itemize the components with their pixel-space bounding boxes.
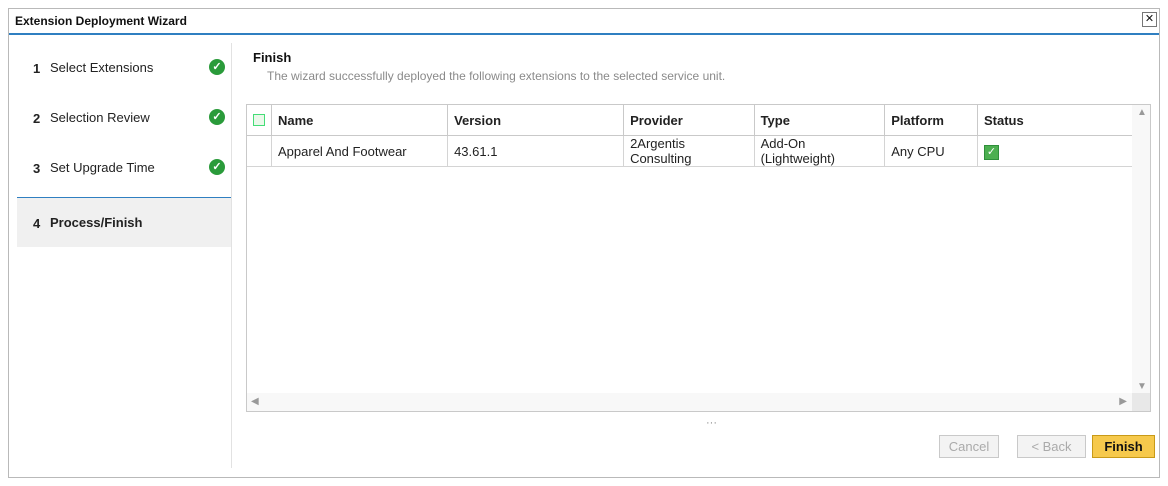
cell-type: Add-On (Lightweight) xyxy=(754,135,886,167)
cell-platform: Any CPU xyxy=(884,135,978,167)
step-label: Set Upgrade Time xyxy=(50,160,155,175)
scroll-right-icon[interactable]: ▶ xyxy=(1119,396,1127,407)
column-status[interactable]: Status xyxy=(977,105,1150,136)
table-row[interactable]: Apparel And Footwear 43.61.1 2Argentis C… xyxy=(247,135,1150,167)
step-number: 4 xyxy=(33,216,41,231)
step-label: Select Extensions xyxy=(50,60,154,75)
scroll-left-icon[interactable]: ◀ xyxy=(251,396,259,407)
cell-name: Apparel And Footwear xyxy=(271,135,449,167)
resize-handle[interactable]: ··· xyxy=(706,417,717,429)
column-settings-icon[interactable] xyxy=(253,113,265,126)
step-number: 2 xyxy=(33,111,41,126)
cell-provider: 2Argentis Consulting xyxy=(623,135,755,167)
finish-button[interactable]: Finish xyxy=(1092,435,1155,458)
row-selector[interactable] xyxy=(247,135,272,167)
finish-message: The wizard successfully deployed the fol… xyxy=(267,69,726,83)
vertical-scrollbar[interactable]: ▲ ▼ xyxy=(1132,105,1150,411)
horizontal-scrollbar[interactable]: ◀ ▶ xyxy=(247,393,1133,411)
scroll-up-icon[interactable]: ▲ xyxy=(1137,107,1147,118)
column-settings-cell[interactable] xyxy=(247,105,272,136)
column-platform[interactable]: Platform xyxy=(884,105,978,136)
finish-heading: Finish xyxy=(253,50,292,65)
extension-deployment-wizard-dialog: Extension Deployment Wizard ✕ 1 Select E… xyxy=(8,8,1160,478)
scroll-down-icon[interactable]: ▼ xyxy=(1137,381,1147,392)
back-button[interactable]: < Back xyxy=(1017,435,1086,458)
finish-panel: Finish The wizard successfully deployed … xyxy=(241,43,1159,473)
dialog-titlebar: Extension Deployment Wizard ✕ xyxy=(9,9,1159,35)
cell-status: ✓ xyxy=(977,135,1150,167)
dialog-title: Extension Deployment Wizard xyxy=(15,14,187,28)
checkmark-icon: ✓ xyxy=(209,59,225,75)
step-label: Process/Finish xyxy=(50,215,143,230)
step-label: Selection Review xyxy=(50,110,150,125)
wizard-steps: 1 Select Extensions ✓ 2 Selection Review… xyxy=(17,43,232,468)
step-selection-review[interactable]: 2 Selection Review ✓ xyxy=(17,93,231,143)
step-number: 1 xyxy=(33,61,41,76)
success-checkbox-icon: ✓ xyxy=(983,144,999,160)
grid-header-row: Name Version Provider Type Platform Stat… xyxy=(247,105,1150,136)
cell-version: 43.61.1 xyxy=(447,135,625,167)
column-provider[interactable]: Provider xyxy=(623,105,755,136)
extensions-grid: Name Version Provider Type Platform Stat… xyxy=(246,104,1151,412)
cancel-button[interactable]: Cancel xyxy=(939,435,999,458)
step-number: 3 xyxy=(33,161,41,176)
scrollbar-corner xyxy=(1132,393,1150,411)
checkmark-icon: ✓ xyxy=(209,109,225,125)
step-process-finish[interactable]: 4 Process/Finish xyxy=(17,197,231,247)
checkmark-icon: ✓ xyxy=(209,159,225,175)
column-name[interactable]: Name xyxy=(271,105,449,136)
close-icon[interactable]: ✕ xyxy=(1142,12,1157,27)
column-version[interactable]: Version xyxy=(447,105,625,136)
step-select-extensions[interactable]: 1 Select Extensions ✓ xyxy=(17,43,231,93)
step-set-upgrade-time[interactable]: 3 Set Upgrade Time ✓ xyxy=(17,143,231,193)
column-type[interactable]: Type xyxy=(754,105,886,136)
